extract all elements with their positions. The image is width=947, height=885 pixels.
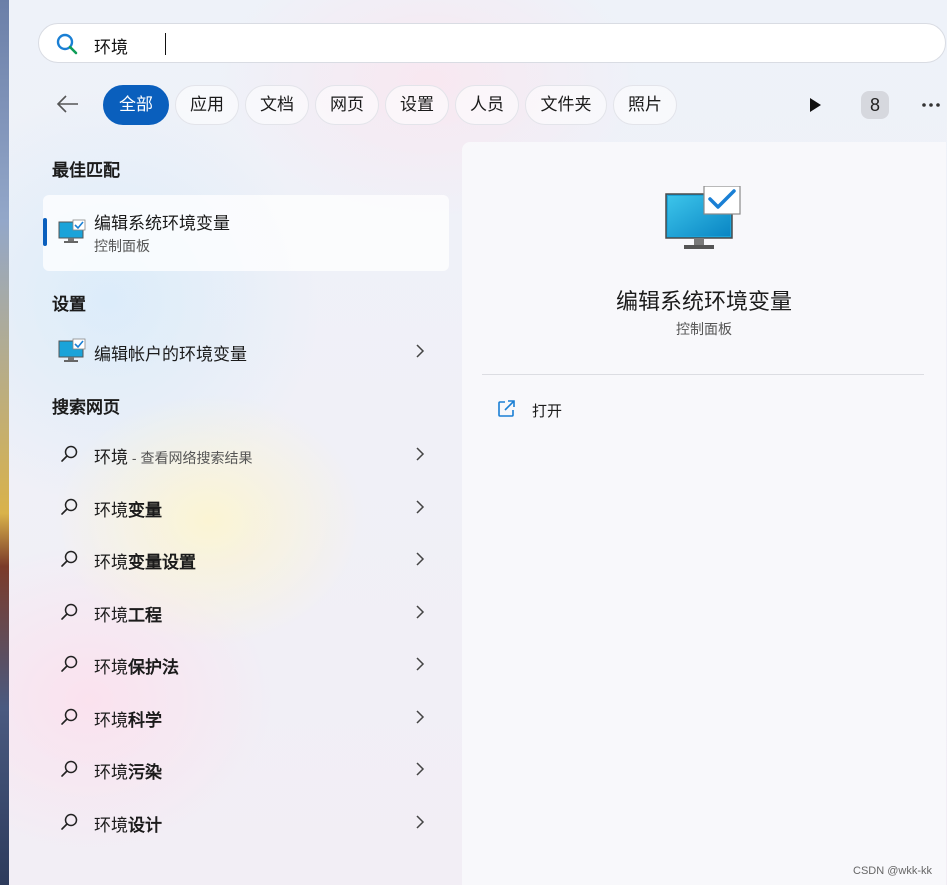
chevron-right-icon[interactable] bbox=[411, 708, 429, 726]
settings-heading: 设置 bbox=[52, 295, 86, 314]
search-icon bbox=[61, 813, 78, 830]
tab-photos[interactable]: 照片 bbox=[613, 85, 677, 125]
chevron-right-icon[interactable] bbox=[411, 445, 429, 463]
search-icon bbox=[61, 445, 78, 462]
preview-divider bbox=[482, 374, 924, 375]
settings-item-label: 编辑帐户的环境变量 bbox=[94, 345, 247, 364]
web-search-heading: 搜索网页 bbox=[52, 398, 120, 417]
open-label: 打开 bbox=[532, 403, 563, 420]
web-result-row[interactable]: 环境变量设置 bbox=[43, 537, 449, 581]
web-result-label: 环境变量设置 bbox=[94, 553, 196, 572]
back-arrow-icon[interactable] bbox=[55, 91, 81, 117]
preview-title: 编辑系统环境变量 bbox=[615, 289, 792, 314]
watermark: CSDN @wkk-kk bbox=[853, 865, 932, 877]
more-options-icon[interactable] bbox=[919, 93, 943, 117]
monitor-check-icon bbox=[58, 219, 86, 243]
text-caret bbox=[165, 33, 166, 55]
chevron-right-icon[interactable] bbox=[411, 760, 429, 778]
web-result-row[interactable]: 环境工程 bbox=[43, 590, 449, 634]
web-result-label: 环境 - 查看网络搜索结果 bbox=[94, 448, 253, 467]
tab-web[interactable]: 网页 bbox=[315, 85, 379, 125]
tab-all[interactable]: 全部 bbox=[103, 85, 169, 125]
web-result-row[interactable]: 环境保护法 bbox=[43, 642, 449, 686]
open-action[interactable]: 打开 bbox=[492, 395, 692, 425]
web-result-row[interactable]: 环境污染 bbox=[43, 747, 449, 791]
monitor-check-icon bbox=[58, 338, 86, 362]
tab-settings[interactable]: 设置 bbox=[385, 85, 449, 125]
web-result-row[interactable]: 环境科学 bbox=[43, 695, 449, 739]
search-icon bbox=[61, 655, 78, 672]
chevron-right-icon[interactable] bbox=[411, 813, 429, 831]
web-result-label: 环境变量 bbox=[94, 501, 162, 520]
search-icon bbox=[61, 550, 78, 567]
search-icon bbox=[56, 33, 78, 55]
chevron-right-icon[interactable] bbox=[411, 655, 429, 673]
open-external-icon bbox=[498, 400, 515, 417]
start-search-panel: 环境 全部 应用 文档 网页 设置 人员 文件夹 照片 8 最佳匹配 编辑系统环… bbox=[9, 0, 947, 885]
preview-subtitle: 控制面板 bbox=[676, 321, 732, 337]
rewards-badge[interactable]: 8 bbox=[861, 91, 889, 119]
desktop-background-edge bbox=[0, 0, 9, 885]
search-icon bbox=[61, 708, 78, 725]
filter-bar: 全部 应用 文档 网页 设置 人员 文件夹 照片 8 bbox=[45, 85, 947, 125]
best-match-heading: 最佳匹配 bbox=[52, 161, 120, 180]
preview-pane: 编辑系统环境变量 控制面板 打开 CSDN @wkk-kk bbox=[462, 142, 946, 885]
tab-folders[interactable]: 文件夹 bbox=[525, 85, 607, 125]
web-result-row[interactable]: 环境变量 bbox=[43, 485, 449, 529]
chevron-right-icon[interactable] bbox=[411, 498, 429, 516]
chevron-right-icon[interactable] bbox=[411, 342, 429, 360]
search-icon bbox=[61, 760, 78, 777]
web-result-label: 环境保护法 bbox=[94, 658, 179, 677]
web-result-row[interactable]: 环境设计 bbox=[43, 800, 449, 844]
web-result-label: 环境设计 bbox=[94, 816, 162, 835]
tab-apps[interactable]: 应用 bbox=[175, 85, 239, 125]
search-icon bbox=[61, 498, 78, 515]
settings-item-user-env-vars[interactable]: 编辑帐户的环境变量 bbox=[43, 329, 449, 373]
chevron-right-icon[interactable] bbox=[411, 550, 429, 568]
web-result-label: 环境科学 bbox=[94, 711, 162, 730]
selection-indicator bbox=[43, 218, 47, 246]
web-result-label: 环境污染 bbox=[94, 763, 162, 782]
monitor-check-icon bbox=[665, 186, 741, 249]
play-icon[interactable] bbox=[805, 95, 825, 115]
tab-people[interactable]: 人员 bbox=[455, 85, 519, 125]
web-result-row[interactable]: 环境 - 查看网络搜索结果 bbox=[43, 432, 449, 476]
web-result-label: 环境工程 bbox=[94, 606, 162, 625]
best-match-title: 编辑系统环境变量 bbox=[94, 214, 230, 233]
tab-documents[interactable]: 文档 bbox=[245, 85, 309, 125]
search-input[interactable]: 环境 bbox=[94, 33, 128, 58]
best-match-subtitle: 控制面板 bbox=[94, 238, 150, 254]
chevron-right-icon[interactable] bbox=[411, 603, 429, 621]
search-box[interactable]: 环境 bbox=[38, 23, 946, 63]
best-match-item[interactable]: 编辑系统环境变量 控制面板 bbox=[43, 195, 449, 271]
search-icon bbox=[61, 603, 78, 620]
